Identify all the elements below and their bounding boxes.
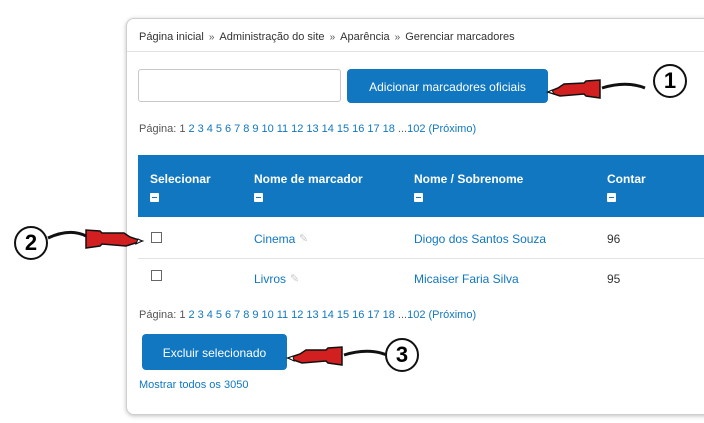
pagination-page-link[interactable]: 11 <box>277 123 288 135</box>
pagination-page-link[interactable]: 10 <box>262 123 274 135</box>
annotation-pointer-3 <box>285 346 388 366</box>
add-official-tags-button[interactable]: Adicionar marcadores oficiais <box>347 69 548 103</box>
official-tags-input[interactable] <box>138 69 341 102</box>
pagination-page-link[interactable]: 8 <box>243 123 249 135</box>
pagination-page-link[interactable]: 18 <box>383 123 395 135</box>
pagination-page-link[interactable]: 9 <box>252 123 258 135</box>
pagination-current-page: 1 <box>179 123 186 135</box>
breadcrumb-divider <box>127 51 704 52</box>
pagination-page-link[interactable]: 13 <box>306 309 318 321</box>
annotation-pointer-1 <box>545 79 646 99</box>
breadcrumb-separator: » <box>329 32 336 43</box>
annotation-number-1: 1 <box>653 64 687 98</box>
breadcrumb-appearance[interactable]: Aparência <box>340 31 390 43</box>
pagination-page-link[interactable]: 12 <box>291 123 303 135</box>
pagination-page-link[interactable]: 3 <box>198 123 204 135</box>
breadcrumb-manage-tags: Gerenciar marcadores <box>405 31 515 43</box>
collapse-column-icon[interactable] <box>150 193 159 202</box>
tag-name-link[interactable]: Livros <box>254 272 286 286</box>
header-owner-name-label: Nome / Sobrenome <box>414 172 524 186</box>
breadcrumb-separator: » <box>208 32 215 43</box>
pagination-page-link[interactable]: 10 <box>262 309 274 321</box>
pagination-page-link[interactable]: 15 <box>337 309 349 321</box>
pagination-page-link[interactable]: 5 <box>216 309 222 321</box>
pagination-page-link[interactable]: 13 <box>306 123 318 135</box>
pagination-page-link[interactable]: 11 <box>277 309 288 321</box>
annotation-number-3: 3 <box>385 338 419 372</box>
owner-name-link[interactable]: Diogo dos Santos Souza <box>414 232 546 246</box>
pagination-label: Página: <box>139 123 177 135</box>
header-count[interactable]: Contar <box>607 172 646 202</box>
header-select-label: Selecionar <box>150 172 211 186</box>
pagination-page-link[interactable]: 5 <box>216 123 222 135</box>
tag-count: 96 <box>607 232 621 246</box>
header-select[interactable]: Selecionar <box>150 172 211 202</box>
pagination-page-link[interactable]: 12 <box>291 309 303 321</box>
header-tag-name[interactable]: Nome de marcador <box>254 172 363 202</box>
breadcrumb-separator: » <box>394 32 401 43</box>
pagination-last-page[interactable]: 102 <box>407 309 425 321</box>
breadcrumb: Página inicial » Administração do site » Apa… <box>139 31 515 43</box>
breadcrumb-home[interactable]: Página inicial <box>139 31 204 43</box>
pagination-page-link[interactable]: 2 <box>189 309 195 321</box>
pagination-page-link[interactable]: 16 <box>352 309 364 321</box>
edit-pencil-icon[interactable]: ✎ <box>299 232 308 245</box>
table-header: Selecionar Nome de marcador Nome / Sobre… <box>138 155 704 217</box>
pagination-page-link[interactable]: 18 <box>383 309 395 321</box>
pagination-ellipsis: ... <box>397 123 408 135</box>
collapse-column-icon[interactable] <box>607 193 616 202</box>
pagination-next[interactable]: (Próximo) <box>428 309 476 321</box>
show-all-link[interactable]: Mostrar todos os 3050 <box>139 379 248 391</box>
tag-count: 95 <box>607 272 621 286</box>
header-count-label: Contar <box>607 172 646 186</box>
row-select-checkbox[interactable] <box>151 232 162 243</box>
pagination-page-link[interactable]: 17 <box>367 123 379 135</box>
pagination-page-link[interactable]: 6 <box>225 309 231 321</box>
pagination-page-link[interactable]: 14 <box>322 309 334 321</box>
pagination-page-link[interactable]: 9 <box>252 309 258 321</box>
pagination-page-link[interactable]: 16 <box>352 123 364 135</box>
owner-name-link[interactable]: Micaiser Faria Silva <box>414 272 519 286</box>
pagination-page-link[interactable]: 15 <box>337 123 349 135</box>
collapse-column-icon[interactable] <box>254 193 263 202</box>
pagination-current-page: 1 <box>179 309 186 321</box>
pagination-page-link[interactable]: 6 <box>225 123 231 135</box>
pagination-last-page[interactable]: 102 <box>407 123 425 135</box>
breadcrumb-site-admin[interactable]: Administração do site <box>219 31 324 43</box>
annotation-pointer-2 <box>47 229 145 249</box>
pagination-page-link[interactable]: 14 <box>322 123 334 135</box>
pagination-page-link[interactable]: 7 <box>234 123 240 135</box>
pagination-ellipsis: ... <box>397 309 408 321</box>
header-owner-name[interactable]: Nome / Sobrenome <box>414 172 524 202</box>
edit-pencil-icon[interactable]: ✎ <box>290 272 299 285</box>
header-tag-name-label: Nome de marcador <box>254 172 363 186</box>
pagination-page-link[interactable]: 17 <box>367 309 379 321</box>
collapse-column-icon[interactable] <box>414 193 423 202</box>
pagination-top: Página: 1 2 3 4 5 6 7 8 9 10 11 12 13 14 15 16 17 18 ...10… <box>139 123 479 135</box>
delete-selected-button[interactable]: Excluir selecionado <box>142 334 287 370</box>
pagination-page-link[interactable]: 3 <box>198 309 204 321</box>
pagination-next[interactable]: (Próximo) <box>428 123 476 135</box>
pagination-page-link[interactable]: 8 <box>243 309 249 321</box>
row-divider <box>138 258 704 259</box>
pagination-page-link[interactable]: 4 <box>207 309 213 321</box>
pagination-page-link[interactable]: 7 <box>234 309 240 321</box>
pagination-bottom: Página: 1 2 3 4 5 6 7 8 9 10 11 12 13 14 15 16 17 18 ...10… <box>139 309 479 321</box>
pagination-label: Página: <box>139 309 177 321</box>
annotation-number-2: 2 <box>14 226 48 260</box>
row-select-checkbox[interactable] <box>151 270 162 281</box>
pagination-page-link[interactable]: 4 <box>207 123 213 135</box>
pagination-page-link[interactable]: 2 <box>189 123 195 135</box>
tag-name-link[interactable]: Cinema <box>254 232 295 246</box>
